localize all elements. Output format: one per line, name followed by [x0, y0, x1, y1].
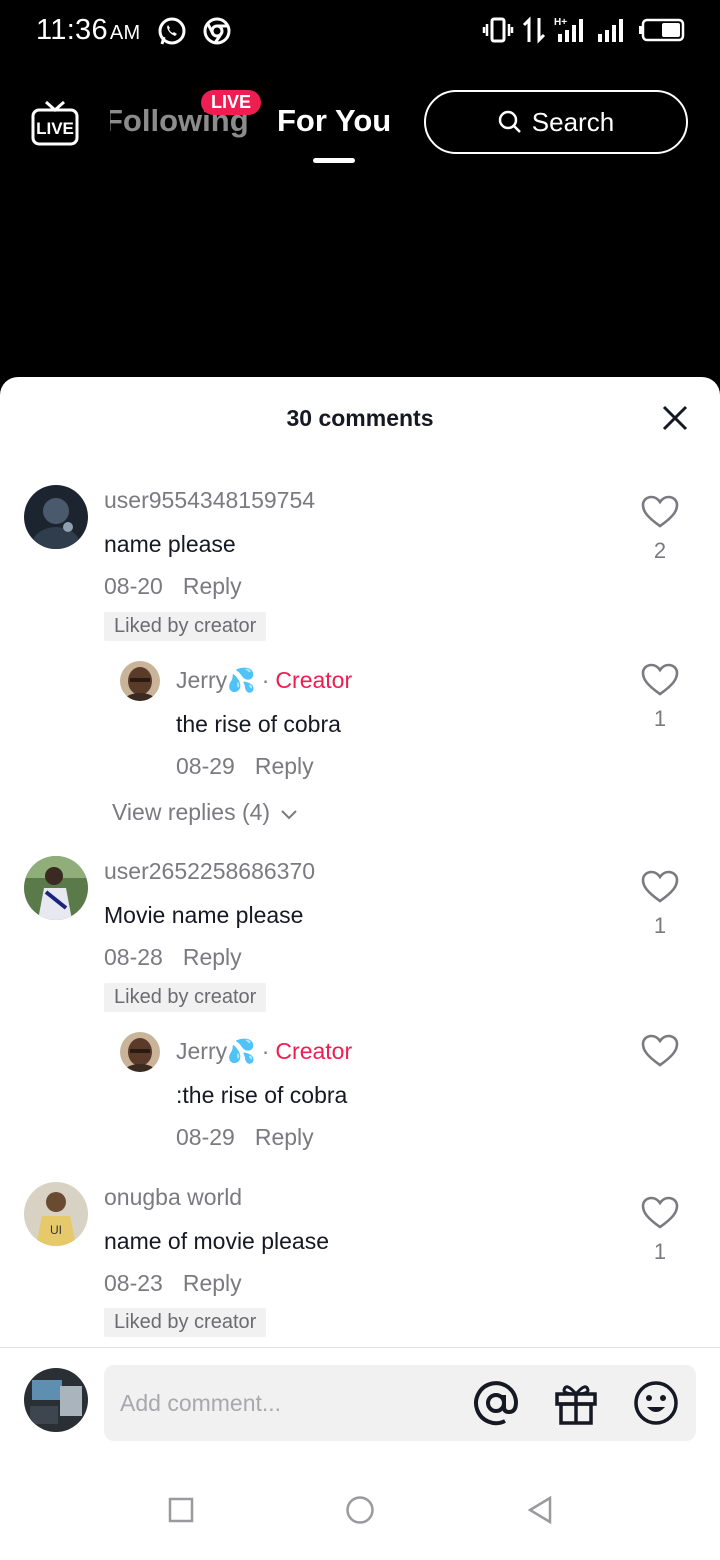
- comment-meta: 08-20 Reply: [104, 573, 242, 600]
- heart-icon[interactable]: [641, 495, 679, 529]
- comment-username[interactable]: user9554348159754: [104, 487, 315, 514]
- like-count: 1: [653, 913, 667, 938]
- reply-date: 08-29: [176, 1124, 235, 1150]
- reply-text: :the rise of cobra: [176, 1082, 348, 1108]
- chrome-icon: [203, 17, 231, 45]
- heart-icon[interactable]: [641, 1196, 679, 1230]
- avatar[interactable]: UI: [24, 1182, 88, 1246]
- liked-by-creator-badge: Liked by creator: [104, 612, 267, 641]
- top-nav: LIVE Following LIVE For You Search: [0, 80, 720, 180]
- live-badge: LIVE: [201, 90, 262, 115]
- circle-nav-icon[interactable]: [345, 1495, 375, 1525]
- like-button[interactable]: 2: [640, 495, 680, 564]
- system-navigation-bar: [0, 1457, 720, 1560]
- comment-username[interactable]: onugba world: [104, 1184, 242, 1211]
- tab-for-you[interactable]: For You: [277, 103, 391, 139]
- comment-text: name of movie please: [104, 1228, 330, 1254]
- whatsapp-icon: [158, 17, 186, 45]
- reply-meta: 08-29 Reply: [176, 753, 314, 780]
- comment-date: 08-23: [104, 1270, 163, 1296]
- reply-username[interactable]: Jerry💦: [176, 1038, 256, 1064]
- like-button[interactable]: [640, 1034, 680, 1073]
- heart-icon[interactable]: [641, 870, 679, 904]
- comment-text: name please: [104, 531, 236, 557]
- vibrate-icon: [482, 17, 514, 43]
- live-tv-icon: LIVE: [31, 100, 79, 146]
- reply-button[interactable]: Reply: [183, 1270, 242, 1296]
- status-left-icons: [156, 16, 232, 48]
- chevron-down-icon: [281, 810, 298, 820]
- reply-meta: 08-29 Reply: [176, 1124, 314, 1151]
- avatar[interactable]: [24, 856, 88, 920]
- reply-button[interactable]: Reply: [255, 753, 314, 779]
- status-time: 11:36 AM: [36, 14, 141, 46]
- like-count: 1: [653, 1239, 667, 1264]
- like-button[interactable]: 1: [640, 663, 680, 732]
- comment-meta: 08-28 Reply: [104, 944, 242, 971]
- emoji-icon[interactable]: [632, 1379, 680, 1427]
- signal-icon: [598, 19, 623, 42]
- status-bar: 11:36 AM H+: [0, 0, 720, 66]
- comment-input[interactable]: [120, 1383, 460, 1423]
- search-icon: [498, 110, 521, 133]
- creator-tag: Creator: [275, 667, 353, 693]
- reply-username-row: Jerry💦 · Creator: [176, 667, 353, 693]
- avatar[interactable]: [120, 661, 160, 701]
- comment-date: 08-20: [104, 573, 163, 599]
- comment-text: Movie name please: [104, 902, 304, 928]
- gift-icon[interactable]: [552, 1379, 600, 1427]
- comment-meta: 08-23 Reply: [104, 1270, 242, 1297]
- avatar[interactable]: [24, 485, 88, 549]
- comment-input-box: [104, 1365, 696, 1441]
- at-icon[interactable]: [472, 1379, 520, 1427]
- status-right-icons: H+: [482, 16, 686, 44]
- creator-tag: Creator: [275, 1038, 353, 1064]
- data-arrows-icon: [522, 16, 546, 44]
- signal-icon: H+: [554, 17, 583, 42]
- close-icon[interactable]: [660, 403, 690, 433]
- heart-icon[interactable]: [641, 663, 679, 697]
- reply-username-row: Jerry💦 · Creator: [176, 1038, 353, 1064]
- avatar[interactable]: [120, 1032, 160, 1072]
- heart-icon[interactable]: [641, 1034, 679, 1068]
- like-count: 2: [653, 538, 667, 563]
- back-triangle-icon[interactable]: [526, 1495, 554, 1525]
- reply-button[interactable]: Reply: [183, 944, 242, 970]
- svg-text:LIVE: LIVE: [36, 119, 74, 138]
- search-button[interactable]: Search: [424, 90, 688, 154]
- reply-button[interactable]: Reply: [183, 573, 242, 599]
- search-label: Search: [531, 106, 615, 137]
- comment-composer: [0, 1347, 720, 1457]
- battery-icon: [639, 18, 685, 42]
- reply-username[interactable]: Jerry💦: [176, 667, 256, 693]
- reply-date: 08-29: [176, 753, 235, 779]
- comments-title: 30 comments: [286, 405, 434, 431]
- like-button[interactable]: 1: [640, 1196, 680, 1265]
- svg-text:UI: UI: [50, 1223, 62, 1237]
- liked-by-creator-badge: Liked by creator: [104, 1308, 267, 1337]
- comment-username[interactable]: user2652258686370: [104, 858, 315, 885]
- like-button[interactable]: 1: [640, 870, 680, 939]
- like-count: 1: [653, 706, 667, 731]
- svg-text:H+: H+: [554, 17, 567, 28]
- liked-by-creator-badge: Liked by creator: [104, 983, 267, 1012]
- active-tab-indicator: [313, 158, 355, 163]
- square-nav-icon[interactable]: [168, 1497, 194, 1523]
- reply-text: the rise of cobra: [176, 711, 341, 737]
- view-replies-button[interactable]: View replies (4): [112, 799, 298, 826]
- comment-date: 08-28: [104, 944, 163, 970]
- live-tv-button[interactable]: LIVE: [30, 98, 80, 153]
- reply-button[interactable]: Reply: [255, 1124, 314, 1150]
- my-avatar[interactable]: [24, 1368, 88, 1432]
